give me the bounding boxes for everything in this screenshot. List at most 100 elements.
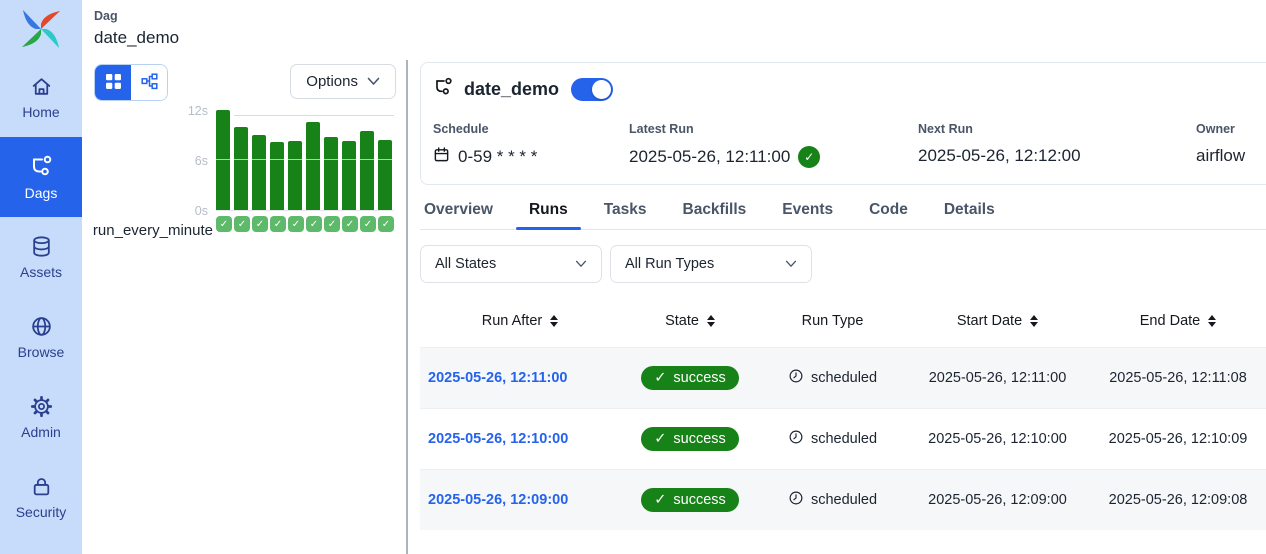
table-row[interactable]: 2025-05-26, 12:10:00 ✓ success — [420, 408, 1266, 469]
sidebar-item-security[interactable]: Security — [0, 457, 82, 537]
sort-icon — [550, 315, 558, 327]
duration-reference-line — [234, 115, 394, 116]
column-header-run-after[interactable]: Run After — [420, 295, 620, 347]
task-instance-success[interactable]: ✓ — [270, 216, 286, 232]
dag-pause-toggle[interactable] — [571, 78, 613, 101]
sidebar-item-assets[interactable]: Assets — [0, 217, 82, 297]
latest-run-value[interactable]: 2025-05-26, 12:11:00 — [629, 147, 790, 167]
tab-code[interactable]: Code — [856, 197, 921, 229]
y-axis-tick: 6s — [195, 154, 208, 168]
end-date-cell: 2025-05-26, 12:11:08 — [1090, 370, 1266, 386]
tab-runs[interactable]: Runs — [516, 197, 581, 229]
dag-header-card: date_demo Schedule — [420, 62, 1266, 185]
status-badge: ✓ success — [641, 488, 739, 512]
run-type-filter-select[interactable]: All Run Types — [610, 245, 812, 283]
task-instance-success[interactable]: ✓ — [252, 216, 268, 232]
lock-icon — [30, 475, 53, 498]
sort-icon — [1208, 315, 1216, 327]
grid-axis-column: 12s 6s 0s run_every_minute — [94, 103, 216, 232]
dag-icon — [433, 76, 454, 102]
task-instance-success[interactable]: ✓ — [234, 216, 250, 232]
column-header-run-type: Run Type — [760, 295, 905, 347]
chevron-down-icon — [785, 256, 797, 272]
stat-latest-run: Latest Run 2025-05-26, 12:11:00 ✓ — [629, 122, 918, 168]
task-instance-success[interactable]: ✓ — [288, 216, 304, 232]
check-icon: ✓ — [654, 370, 666, 386]
sidebar-item-admin[interactable]: Admin — [0, 377, 82, 457]
duration-bar[interactable] — [324, 137, 338, 210]
view-toggle — [94, 64, 168, 101]
sort-icon — [1030, 315, 1038, 327]
table-row[interactable]: 2025-05-26, 12:09:00 ✓ success — [420, 469, 1266, 530]
column-header-end-date[interactable]: End Date — [1090, 295, 1266, 347]
table-row[interactable]: 2025-05-26, 12:11:00 ✓ success — [420, 347, 1266, 408]
task-instance-success[interactable]: ✓ — [342, 216, 358, 232]
task-instance-success[interactable]: ✓ — [324, 216, 340, 232]
dag-tabs: Overview Runs Tasks Backfills Events Cod… — [420, 197, 1266, 230]
check-icon: ✓ — [654, 492, 666, 508]
sidebar-item-label: Security — [16, 504, 67, 520]
dag-stats-row: Schedule 0-59 * * * * — [433, 122, 1250, 168]
sidebar: Home Dags — [0, 0, 82, 554]
stat-schedule: Schedule 0-59 * * * * — [433, 122, 629, 168]
column-label: Run After — [482, 313, 542, 329]
duration-bar[interactable] — [288, 141, 302, 210]
breadcrumb-eyebrow: Dag — [94, 9, 1266, 23]
task-instance-success[interactable]: ✓ — [306, 216, 322, 232]
tab-overview[interactable]: Overview — [420, 197, 506, 229]
duration-bar[interactable] — [216, 110, 230, 210]
run-type-label: scheduled — [811, 370, 877, 386]
duration-bar[interactable] — [378, 140, 392, 210]
duration-bar[interactable] — [234, 127, 248, 210]
grid-icon — [105, 73, 122, 93]
end-date-cell: 2025-05-26, 12:10:09 — [1090, 431, 1266, 447]
airflow-pinwheel-icon — [19, 7, 63, 51]
sidebar-item-label: Dags — [25, 185, 58, 201]
run-after-link[interactable]: 2025-05-26, 12:11:00 — [428, 370, 567, 386]
sidebar-item-home[interactable]: Home — [0, 57, 82, 137]
tab-events[interactable]: Events — [769, 197, 846, 229]
status-badge: ✓ success — [641, 427, 739, 451]
duration-bar[interactable] — [306, 122, 320, 210]
graph-icon — [141, 73, 158, 93]
chevron-down-icon — [575, 256, 587, 272]
column-header-state[interactable]: State — [620, 295, 760, 347]
dag-details-panel: date_demo Schedule — [408, 60, 1266, 554]
tab-backfills[interactable]: Backfills — [670, 197, 760, 229]
grid-view-button[interactable] — [95, 65, 131, 100]
airflow-logo[interactable] — [0, 0, 82, 57]
owner-value: airflow — [1196, 146, 1245, 166]
column-header-start-date[interactable]: Start Date — [905, 295, 1090, 347]
stat-label: Latest Run — [629, 122, 918, 136]
run-filters: All States All Run Types — [420, 245, 1266, 283]
sidebar-item-browse[interactable]: Browse — [0, 297, 82, 377]
duration-bar[interactable] — [360, 131, 374, 210]
start-date-cell: 2025-05-26, 12:09:00 — [905, 492, 1090, 508]
duration-bar[interactable] — [252, 135, 266, 210]
task-label[interactable]: run_every_minute — [93, 222, 213, 239]
sidebar-item-dags[interactable]: Dags — [0, 137, 82, 217]
tab-details[interactable]: Details — [931, 197, 1008, 229]
stat-label: Owner — [1196, 122, 1250, 136]
status-badge-label: success — [673, 370, 725, 386]
options-button[interactable]: Options — [290, 64, 396, 99]
y-axis-tick: 12s — [188, 104, 208, 118]
run-after-link[interactable]: 2025-05-26, 12:10:00 — [428, 431, 568, 447]
stat-owner: Owner airflow — [1196, 122, 1250, 168]
duration-bar[interactable] — [342, 141, 356, 210]
duration-bar[interactable] — [270, 142, 284, 210]
dag-title: date_demo — [464, 79, 559, 100]
task-instance-success[interactable]: ✓ — [360, 216, 376, 232]
state-filter-select[interactable]: All States — [420, 245, 602, 283]
task-instance-success[interactable]: ✓ — [216, 216, 232, 232]
graph-view-button[interactable] — [131, 65, 167, 100]
next-run-value: 2025-05-26, 12:12:00 — [918, 146, 1081, 166]
run-after-link[interactable]: 2025-05-26, 12:09:00 — [428, 492, 568, 508]
task-instance-success[interactable]: ✓ — [378, 216, 394, 232]
gridline-6s — [216, 159, 394, 160]
clock-icon — [788, 490, 804, 510]
duration-bars — [216, 103, 394, 211]
sidebar-item-label: Home — [22, 104, 59, 120]
status-badge: ✓ success — [641, 366, 739, 390]
tab-tasks[interactable]: Tasks — [591, 197, 660, 229]
